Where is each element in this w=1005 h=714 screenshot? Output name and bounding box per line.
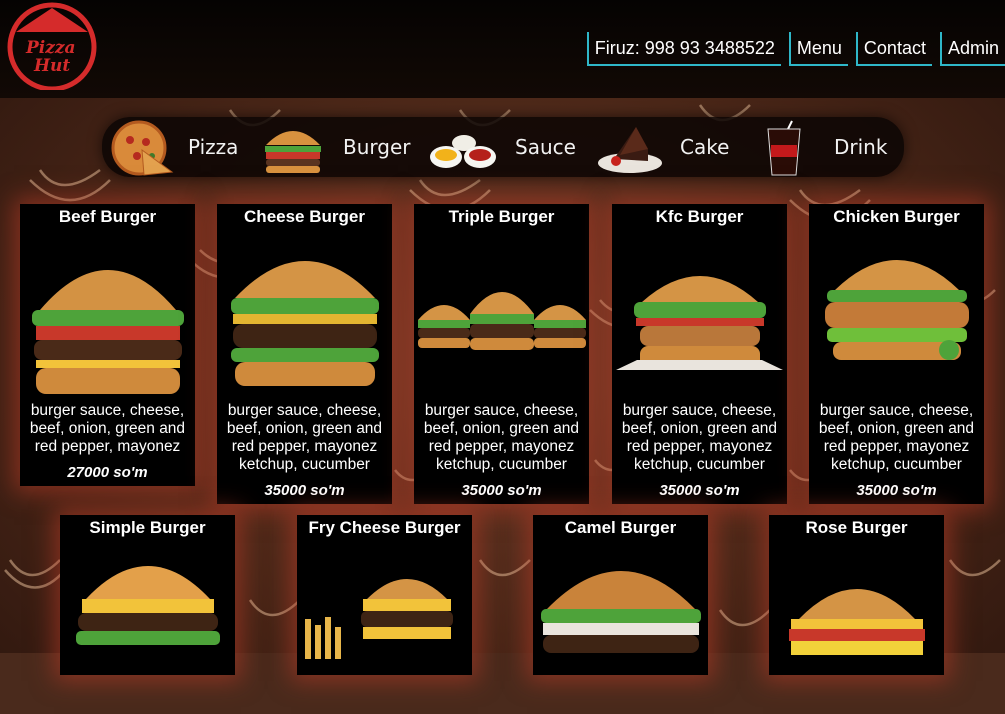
product-image bbox=[612, 230, 787, 405]
product-image bbox=[60, 539, 235, 714]
product-title: Triple Burger bbox=[448, 207, 555, 226]
product-title: Camel Burger bbox=[564, 518, 677, 537]
product-price: 35000 so'm bbox=[264, 482, 345, 499]
logo-text-line2: Hut bbox=[34, 56, 71, 76]
top-nav: Firuz: 998 93 3488522 Menu Contact Admin bbox=[579, 32, 1005, 66]
product-image bbox=[217, 230, 392, 405]
product-image bbox=[20, 230, 195, 405]
top-header: Pizza Hut Firuz: 998 93 3488522 Menu Con… bbox=[0, 0, 1005, 98]
product-description: burger sauce, cheese, beef, onion, green… bbox=[226, 402, 383, 473]
category-label: Sauce bbox=[515, 135, 576, 159]
product-price: 35000 so'm bbox=[461, 482, 542, 499]
product-card[interactable]: Triple Burger burger sauce, cheese, beef… bbox=[414, 204, 589, 504]
category-cake[interactable]: Cake bbox=[596, 117, 746, 177]
drink-icon bbox=[762, 119, 806, 182]
product-image bbox=[414, 230, 589, 405]
product-card[interactable]: Kfc Burger burger sauce, cheese, beef, o… bbox=[612, 204, 787, 504]
product-card[interactable]: Rose Burger bbox=[769, 515, 944, 675]
category-sauce[interactable]: Sauce bbox=[428, 117, 578, 177]
product-title: Beef Burger bbox=[58, 207, 157, 226]
logo-text-line1: Pizza bbox=[26, 38, 76, 58]
product-title: Chicken Burger bbox=[833, 207, 960, 226]
product-title: Kfc Burger bbox=[655, 207, 744, 226]
category-label: Pizza bbox=[188, 135, 239, 159]
product-image bbox=[297, 539, 472, 714]
category-label: Drink bbox=[834, 135, 888, 159]
product-price: 35000 so'm bbox=[856, 482, 937, 499]
category-label: Cake bbox=[680, 135, 730, 159]
nav-menu[interactable]: Menu bbox=[788, 32, 848, 66]
product-description: burger sauce, cheese, beef, onion, green… bbox=[423, 402, 580, 473]
nav-phone[interactable]: Firuz: 998 93 3488522 bbox=[586, 32, 781, 66]
product-card[interactable]: Cheese Burger burger sauce, cheese, beef… bbox=[217, 204, 392, 504]
category-drink[interactable]: Drink bbox=[762, 117, 902, 177]
product-price: 35000 so'm bbox=[659, 482, 740, 499]
category-burger[interactable]: Burger bbox=[260, 117, 411, 180]
sauce-icon bbox=[428, 131, 500, 176]
pizza-icon bbox=[104, 120, 174, 181]
product-title: Rose Burger bbox=[805, 518, 908, 537]
category-label: Burger bbox=[343, 135, 411, 159]
product-price: 27000 so'm bbox=[67, 464, 148, 481]
product-description: burger sauce, cheese, beef, onion, green… bbox=[29, 402, 186, 455]
product-image bbox=[769, 539, 944, 714]
cake-icon bbox=[596, 121, 666, 180]
product-title: Fry Cheese Burger bbox=[308, 518, 461, 537]
product-card[interactable]: Chicken Burger burger sauce, cheese, bee… bbox=[809, 204, 984, 504]
product-card[interactable]: Beef Burger burger sauce, cheese, beef, … bbox=[20, 204, 195, 486]
nav-contact[interactable]: Contact bbox=[855, 32, 932, 66]
product-card[interactable]: Simple Burger bbox=[60, 515, 235, 675]
product-image bbox=[809, 230, 984, 405]
product-description: burger sauce, cheese, beef, onion, green… bbox=[818, 402, 975, 473]
product-card[interactable]: Camel Burger bbox=[533, 515, 708, 675]
pizza-hut-logo[interactable]: Pizza Hut bbox=[2, 2, 100, 92]
product-title: Cheese Burger bbox=[244, 207, 365, 226]
category-bar: Pizza Burger Sauce Cake Drink bbox=[102, 117, 904, 177]
product-title: Simple Burger bbox=[89, 518, 206, 537]
nav-admin[interactable]: Admin bbox=[939, 32, 1005, 66]
category-pizza[interactable]: Pizza bbox=[102, 117, 252, 177]
product-description: burger sauce, cheese, beef, onion, green… bbox=[621, 402, 778, 473]
product-image bbox=[533, 539, 708, 714]
burger-icon bbox=[260, 121, 326, 180]
product-card[interactable]: Fry Cheese Burger bbox=[297, 515, 472, 675]
